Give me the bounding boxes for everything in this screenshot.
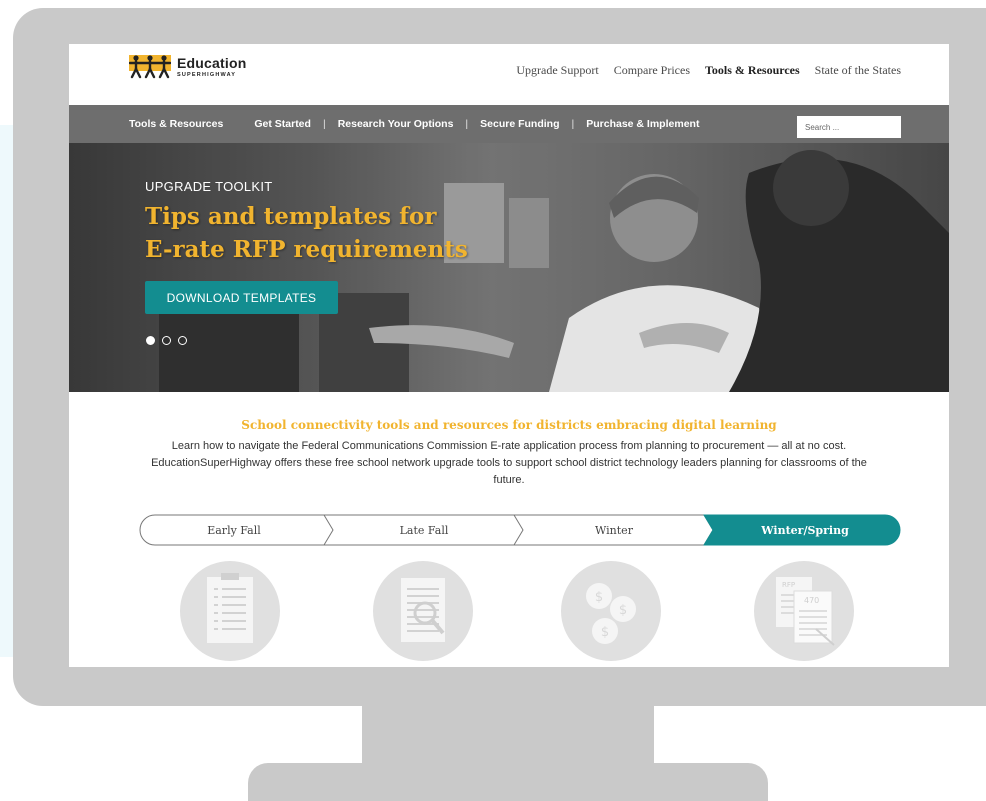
rfp-document-icon[interactable]: RFP 470 [754,561,854,661]
monitor-stand-base [248,763,768,801]
timeline-early-fall[interactable]: Early Fall [139,514,329,546]
site-logo[interactable]: Education SUPERHIGHWAY [129,53,299,85]
intro-paragraph: Learn how to navigate the Federal Commun… [151,440,867,486]
document-search-icon[interactable] [373,561,473,661]
top-nav-tools-resources[interactable]: Tools & Resources [705,63,800,78]
logo-name: Education [177,55,247,71]
nav-purchase-implement[interactable]: Purchase & Implement [586,118,699,130]
svg-text:$: $ [595,590,603,605]
coins-icon[interactable]: $ $ $ [561,561,661,661]
carousel-dot-2[interactable] [162,336,171,345]
svg-text:$: $ [601,625,609,640]
form-number: 470 [804,596,819,605]
carousel-dots [146,336,187,345]
hero-title-line2: E-rate RFP requirements [145,236,468,263]
svg-text:$: $ [619,603,627,618]
monitor-screen: Education SUPERHIGHWAY Upgrade Support C… [69,44,949,667]
logo-figures-icon [129,55,171,79]
monitor-stand-neck [362,700,654,772]
nav-tools-resources[interactable]: Tools & Resources [129,118,223,130]
carousel-dot-1[interactable] [146,336,155,345]
section-navigation: Tools & Resources Get Started | Research… [69,105,949,143]
document-search-graphic [401,578,445,642]
checklist-icon[interactable] [180,561,280,661]
site-header: Education SUPERHIGHWAY Upgrade Support C… [69,44,949,104]
top-nav-state-of-the-states[interactable]: State of the States [815,63,901,78]
timeline-bar: Early Fall Late Fall Winter Winter/Sprin… [139,514,901,546]
checklist-graphic [207,573,253,643]
hero-title-line1: Tips and templates for [145,203,437,230]
nav-get-started[interactable]: Get Started [254,118,311,130]
rfp-label: RFP [782,581,795,589]
carousel-dot-3[interactable] [178,336,187,345]
top-nav-compare-prices[interactable]: Compare Prices [614,63,690,78]
timeline-winter-spring[interactable]: Winter/Spring [709,514,901,546]
hero-kicker: UPGRADE TOOLKIT [145,179,273,194]
nav-secure-funding[interactable]: Secure Funding [480,118,559,130]
timeline-late-fall[interactable]: Late Fall [329,514,519,546]
download-templates-button[interactable]: DOWNLOAD TEMPLATES [145,281,338,314]
top-navigation: Upgrade Support Compare Prices Tools & R… [516,63,901,78]
hero-banner: UPGRADE TOOLKIT Tips and templates for E… [69,143,949,392]
intro-heading: School connectivity tools and resources … [241,418,777,432]
nav-research-options[interactable]: Research Your Options [338,118,454,130]
coins-graphic: $ $ $ [586,583,636,644]
timeline-winter[interactable]: Winter [519,514,709,546]
search-input[interactable]: Search ... [797,116,901,138]
nav-separator: | [322,118,326,130]
top-nav-upgrade-support[interactable]: Upgrade Support [516,63,598,78]
nav-separator: | [571,118,575,130]
hero-title: Tips and templates for E-rate RFP requir… [145,200,565,266]
rfp-document-graphic: RFP 470 [776,577,835,646]
nav-separator: | [465,118,469,130]
logo-subtitle: SUPERHIGHWAY [177,72,237,78]
